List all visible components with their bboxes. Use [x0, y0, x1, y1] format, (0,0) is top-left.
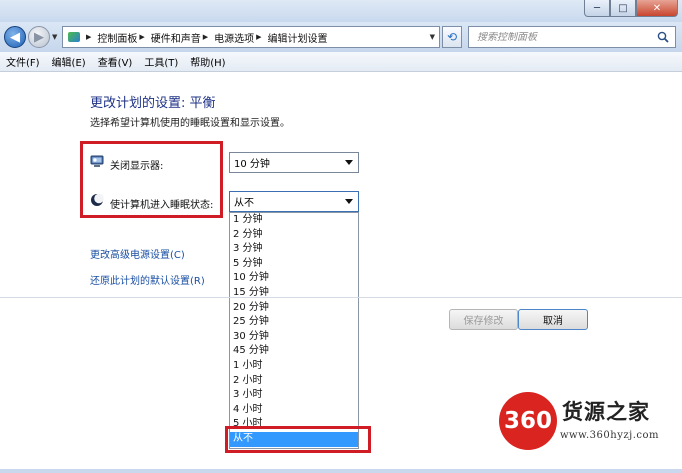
highlight-box-never-option — [225, 426, 371, 453]
search-input[interactable] — [477, 31, 647, 43]
address-bar[interactable]: ▶ 控制面板 ▶ 硬件和声音 ▶ 电源选项 ▶ 编辑计划设置 ▼ — [62, 26, 440, 48]
highlight-box-settings — [80, 141, 223, 218]
dropdown-chevron-icon — [345, 160, 353, 165]
dropdown-chevron-icon — [345, 199, 353, 204]
breadcrumb-edit-plan[interactable]: 编辑计划设置 — [268, 30, 328, 45]
close-button[interactable]: ✕ — [636, 0, 678, 17]
refresh-button[interactable]: ⟲ — [442, 26, 462, 48]
sleep-option[interactable]: 1 小时 — [230, 359, 358, 374]
sleep-option[interactable]: 2 小时 — [230, 374, 358, 389]
back-button[interactable]: ◀ — [4, 26, 26, 48]
refresh-icon: ⟲ — [446, 30, 458, 44]
display-off-dropdown[interactable]: 10 分钟 — [229, 152, 359, 173]
breadcrumb-separator-icon[interactable]: ▶ — [256, 33, 261, 41]
watermark-url: www.360hyzj.com — [560, 430, 659, 441]
sleep-option[interactable]: 25 分钟 — [230, 315, 358, 330]
menu-edit[interactable]: 编辑(E) — [52, 54, 86, 69]
watermark-logo-badge: 360 — [499, 392, 557, 450]
watermark-title: 货源之家 — [562, 399, 650, 424]
sleep-option[interactable]: 45 分钟 — [230, 344, 358, 359]
sleep-option[interactable]: 2 分钟 — [230, 228, 358, 243]
restore-defaults-link[interactable]: 还原此计划的默认设置(R) — [90, 272, 205, 287]
forward-button[interactable]: ▶ — [28, 26, 50, 48]
title-bar: ─ □ ✕ — [0, 0, 682, 22]
menu-view[interactable]: 查看(V) — [98, 54, 133, 69]
back-arrow-icon: ◀ — [10, 29, 20, 45]
breadcrumb-separator-icon[interactable]: ▶ — [203, 33, 208, 41]
minimize-button[interactable]: ─ — [584, 0, 610, 17]
sleep-options-list[interactable]: 1 分钟 2 分钟 3 分钟 5 分钟 10 分钟 15 分钟 20 分钟 25 分钟 30 分… — [229, 212, 359, 449]
forward-arrow-icon: ▶ — [34, 29, 44, 45]
sleep-dropdown[interactable]: 从不 — [229, 191, 359, 212]
sleep-option[interactable]: 15 分钟 — [230, 286, 358, 301]
advanced-power-settings-link[interactable]: 更改高级电源设置(C) — [90, 246, 185, 261]
address-dropdown-chevron-icon[interactable]: ▼ — [430, 33, 435, 41]
sleep-value: 从不 — [234, 198, 254, 209]
sleep-option[interactable]: 10 分钟 — [230, 271, 358, 286]
search-box[interactable] — [468, 26, 676, 48]
breadcrumb-hardware-sound[interactable]: 硬件和声音 — [151, 30, 201, 45]
display-off-value: 10 分钟 — [234, 159, 270, 170]
breadcrumb-separator-icon[interactable]: ▶ — [86, 33, 91, 41]
menu-file[interactable]: 文件(F) — [6, 54, 40, 69]
menu-bar: 文件(F) 编辑(E) 查看(V) 工具(T) 帮助(H) — [0, 52, 682, 72]
breadcrumb-power-options[interactable]: 电源选项 — [214, 30, 254, 45]
sleep-option[interactable]: 4 小时 — [230, 403, 358, 418]
save-changes-button[interactable]: 保存修改 — [449, 309, 518, 330]
page-subtitle: 选择希望计算机使用的睡眠设置和显示设置。 — [90, 118, 290, 129]
sleep-option[interactable]: 5 分钟 — [230, 257, 358, 272]
cancel-button[interactable]: 取消 — [518, 309, 588, 330]
breadcrumb-separator-icon[interactable]: ▶ — [139, 33, 144, 41]
menu-help[interactable]: 帮助(H) — [190, 54, 225, 69]
window-controls: ─ □ ✕ — [584, 0, 678, 17]
navigation-bar: ◀ ▶ ▼ ▶ 控制面板 ▶ 硬件和声音 ▶ 电源选项 ▶ 编辑计划设置 ▼ ⟲ — [0, 22, 682, 52]
page-title: 更改计划的设置: 平衡 — [90, 96, 216, 111]
control-panel-icon — [67, 30, 81, 44]
sleep-option[interactable]: 20 分钟 — [230, 301, 358, 316]
menu-tools[interactable]: 工具(T) — [144, 54, 178, 69]
window-border — [0, 469, 682, 473]
sleep-option[interactable]: 3 小时 — [230, 388, 358, 403]
sleep-option[interactable]: 1 分钟 — [230, 213, 358, 228]
sleep-option[interactable]: 30 分钟 — [230, 330, 358, 345]
recent-pages-chevron-icon[interactable]: ▼ — [52, 33, 57, 41]
sleep-option[interactable]: 3 分钟 — [230, 242, 358, 257]
divider — [0, 297, 682, 298]
breadcrumb-control-panel[interactable]: 控制面板 — [97, 30, 137, 45]
maximize-button[interactable]: □ — [610, 0, 636, 17]
search-icon[interactable] — [657, 31, 669, 43]
